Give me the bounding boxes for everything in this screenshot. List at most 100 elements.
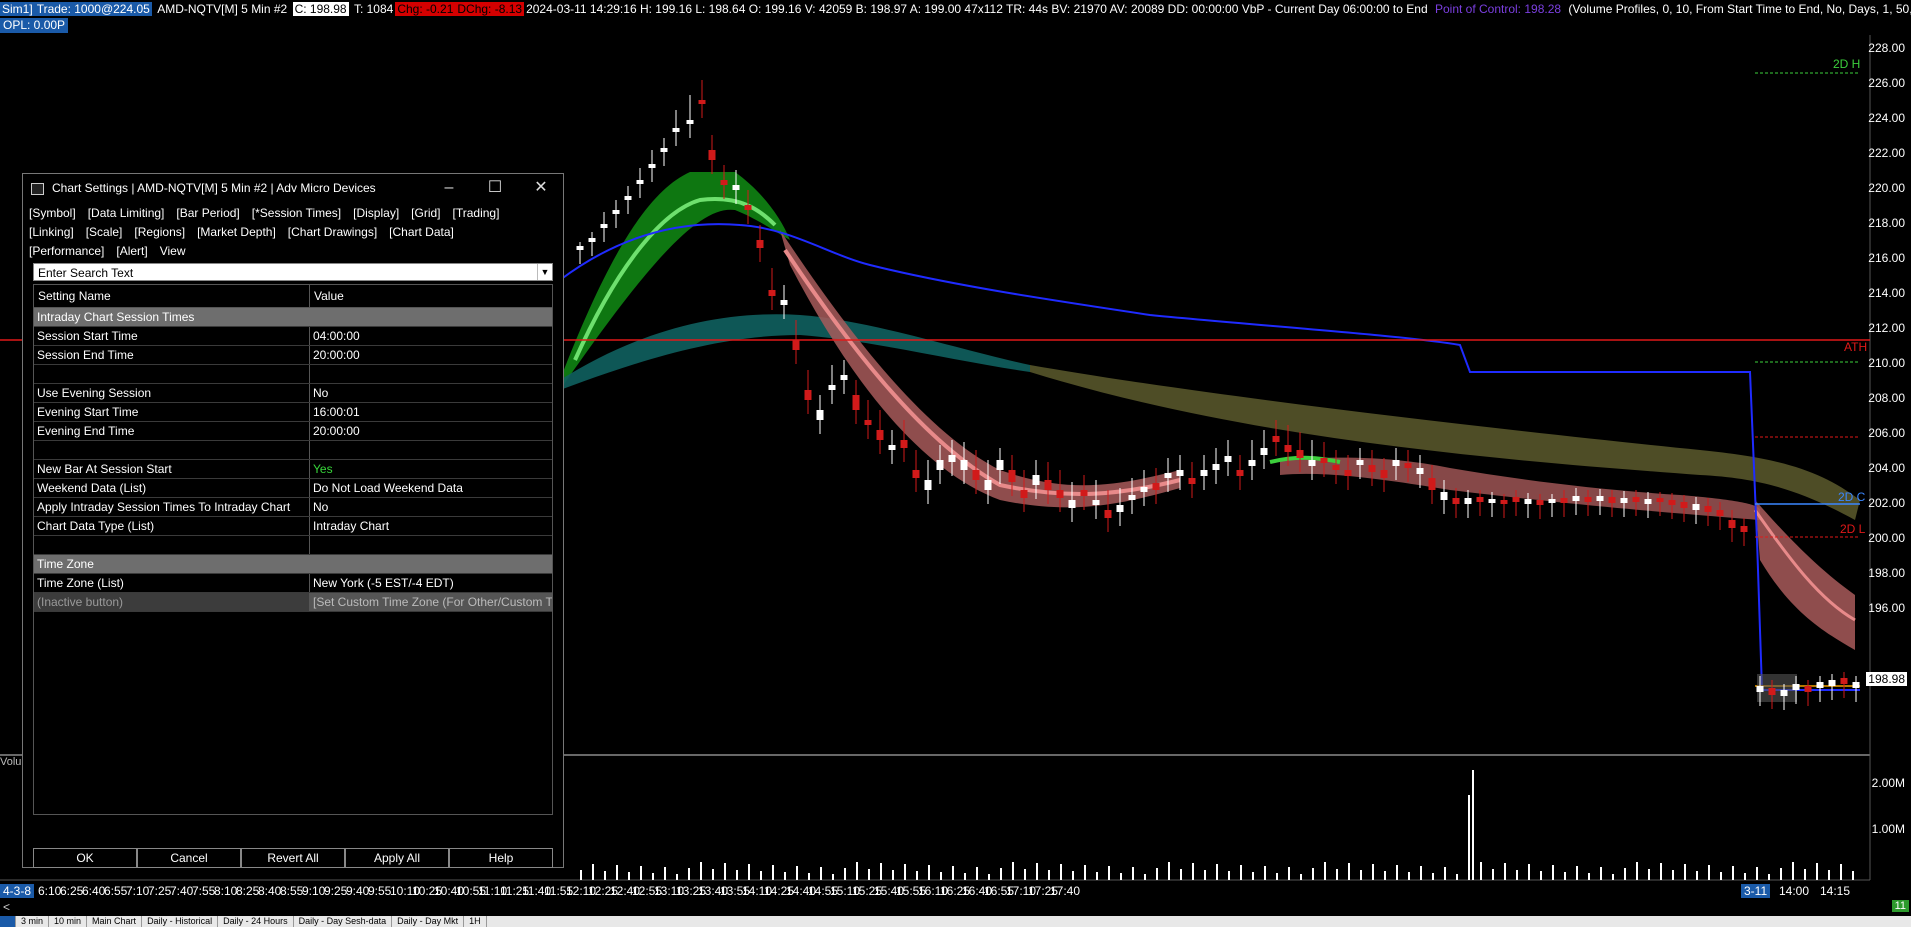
volume-bar — [1096, 872, 1098, 880]
close-icon[interactable]: ✕ — [521, 174, 561, 202]
settings-tab[interactable]: [Chart Data] — [389, 225, 454, 239]
setting-value[interactable]: 04:00:00 — [310, 327, 552, 345]
volume-bar — [1228, 871, 1230, 880]
vp-label: (Volume Profiles, 0, 10, From Start Time… — [1568, 2, 1911, 16]
chartbook-tab[interactable]: Daily - Historical — [142, 916, 219, 927]
settings-tab[interactable]: [Linking] — [29, 225, 74, 239]
setting-value[interactable]: Yes — [310, 460, 552, 478]
col-value: Value — [314, 289, 344, 303]
help-button[interactable]: Help — [449, 848, 553, 868]
grid-row[interactable]: Session Start Time 04:00:00 — [34, 327, 552, 346]
volume-bar — [1660, 863, 1662, 880]
settings-tab[interactable]: [*Session Times] — [252, 206, 341, 220]
chartbook-tab[interactable]: 1H — [464, 916, 487, 927]
grid-row[interactable]: Use Evening Session No — [34, 384, 552, 403]
volume-bar — [640, 866, 642, 880]
grid-row[interactable]: Weekend Data (List) Do Not Load Weekend D… — [34, 479, 552, 498]
sr-label-ath: ATH — [1844, 340, 1868, 354]
volume-bar — [1540, 871, 1542, 880]
settings-tab[interactable]: [Market Depth] — [197, 225, 276, 239]
chartbook-tab[interactable]: Main Chart — [87, 916, 143, 927]
grid-row[interactable]: Evening End Time 20:00:00 — [34, 422, 552, 441]
candle-body — [1740, 526, 1748, 532]
candle-body — [624, 196, 632, 200]
dchg-label: DChg: -8.13 — [455, 2, 525, 16]
scroll-left-icon[interactable]: < — [3, 900, 10, 914]
setting-value[interactable]: New York (-5 EST/-4 EDT) — [310, 574, 552, 592]
settings-tab[interactable]: [Bar Period] — [176, 206, 239, 220]
settings-tab[interactable]: [Grid] — [411, 206, 440, 220]
settings-tab[interactable]: [Regions] — [134, 225, 185, 239]
search-input[interactable]: Enter Search Text ▼ — [33, 263, 553, 281]
settings-tab[interactable]: View — [160, 244, 186, 258]
candle-body — [672, 128, 680, 132]
opl-label: OPL: 0.00P — [0, 18, 69, 33]
symbol-label: AMD-NQTV[M] 5 Min #2 — [157, 2, 288, 16]
time-tick-label: 9:10 — [302, 884, 326, 898]
volume-bar — [856, 862, 858, 880]
grid-row[interactable]: (Inactive button) [Set Custom Time Zone (… — [34, 593, 552, 612]
first-date-marker: 4-3-8 — [0, 884, 35, 898]
chartbook-tab[interactable]: 3 min — [16, 916, 50, 927]
grid-row[interactable]: Time Zone (List) New York (-5 EST/-4 EDT) — [34, 574, 552, 593]
candle-body — [1608, 497, 1616, 503]
chartbook-tab[interactable]: Daily - Day Sesh-data — [294, 916, 393, 927]
chevron-down-icon[interactable]: ▼ — [537, 264, 552, 280]
setting-value[interactable]: No — [310, 384, 552, 402]
settings-tab[interactable]: [Trading] — [453, 206, 500, 220]
candle-body — [1500, 500, 1508, 504]
volume-bar — [1204, 870, 1206, 880]
volume-bar — [1696, 871, 1698, 880]
chartbook-tab[interactable]: Daily - Day Mkt — [392, 916, 465, 927]
setting-value[interactable]: 20:00:00 — [310, 422, 552, 440]
setting-value[interactable]: [Set Custom Time Zone (For Other/Custom … — [310, 593, 552, 611]
sim-badge: Sim1] — [0, 2, 35, 16]
dialog-title-bar[interactable]: Chart Settings | AMD-NQTV[M] 5 Min #2 | … — [23, 174, 563, 202]
grid-row[interactable]: Chart Data Type (List) Intraday Chart — [34, 517, 552, 536]
volume-bar — [1756, 867, 1758, 880]
volume-bar — [964, 873, 966, 880]
chartbook-tabs[interactable]: 3 min 10 min Main Chart Daily - Historical D… — [0, 916, 1911, 927]
setting-value[interactable]: 20:00:00 — [310, 346, 552, 364]
chartbook-tab[interactable]: 10 min — [49, 916, 88, 927]
volume-bar — [1792, 862, 1794, 880]
setting-value[interactable]: Intraday Chart — [310, 517, 552, 535]
volume-bar — [1744, 873, 1746, 880]
settings-tab[interactable]: [Symbol] — [29, 206, 76, 220]
revert-all-button[interactable]: Revert All — [241, 848, 345, 868]
chartbook-tab[interactable] — [0, 916, 17, 927]
maximize-icon[interactable]: ☐ — [475, 174, 515, 202]
chartbook-tab[interactable]: Daily - 24 Hours — [218, 916, 294, 927]
grid-row[interactable]: Apply Intraday Session Times To Intraday… — [34, 498, 552, 517]
volume-bar — [880, 863, 882, 880]
candle-body — [1008, 470, 1016, 482]
settings-tab[interactable]: [Performance] — [29, 244, 104, 258]
cancel-button[interactable]: Cancel — [137, 848, 241, 868]
sr-label-2d-close: 2D C — [1838, 490, 1866, 504]
candle-body — [1656, 498, 1664, 502]
time-tick-label: 6:10 — [38, 884, 62, 898]
setting-value[interactable]: Do Not Load Weekend Data — [310, 479, 552, 497]
grid-section-header: Intraday Chart Session Times — [34, 308, 552, 327]
minimize-icon[interactable]: – — [429, 174, 469, 202]
grid-row[interactable]: New Bar At Session Start Yes — [34, 460, 552, 479]
ok-button[interactable]: OK — [33, 848, 137, 868]
apply-all-button[interactable]: Apply All — [345, 848, 449, 868]
settings-tab[interactable]: [Data Limiting] — [88, 206, 165, 220]
settings-tab[interactable]: [Scale] — [86, 225, 123, 239]
sr-label-2d-high: 2D H — [1833, 57, 1861, 71]
candle-body — [1704, 506, 1712, 512]
settings-tab[interactable]: [Chart Drawings] — [288, 225, 377, 239]
time-tick-label: 8:40 — [258, 884, 282, 898]
grid-row[interactable]: Evening Start Time 16:00:01 — [34, 403, 552, 422]
setting-value[interactable]: 16:00:01 — [310, 403, 552, 421]
chart-scrollbar[interactable]: < 11 — [0, 898, 1911, 916]
ticks-label: T: 1084 — [353, 2, 394, 16]
grid-row[interactable]: Session End Time 20:00:00 — [34, 346, 552, 365]
setting-value[interactable]: No — [310, 498, 552, 516]
volume-bar — [1072, 871, 1074, 880]
volume-bar — [844, 868, 846, 880]
settings-tab[interactable]: [Alert] — [116, 244, 147, 258]
candle-body — [1392, 460, 1400, 466]
settings-tab[interactable]: [Display] — [353, 206, 399, 220]
